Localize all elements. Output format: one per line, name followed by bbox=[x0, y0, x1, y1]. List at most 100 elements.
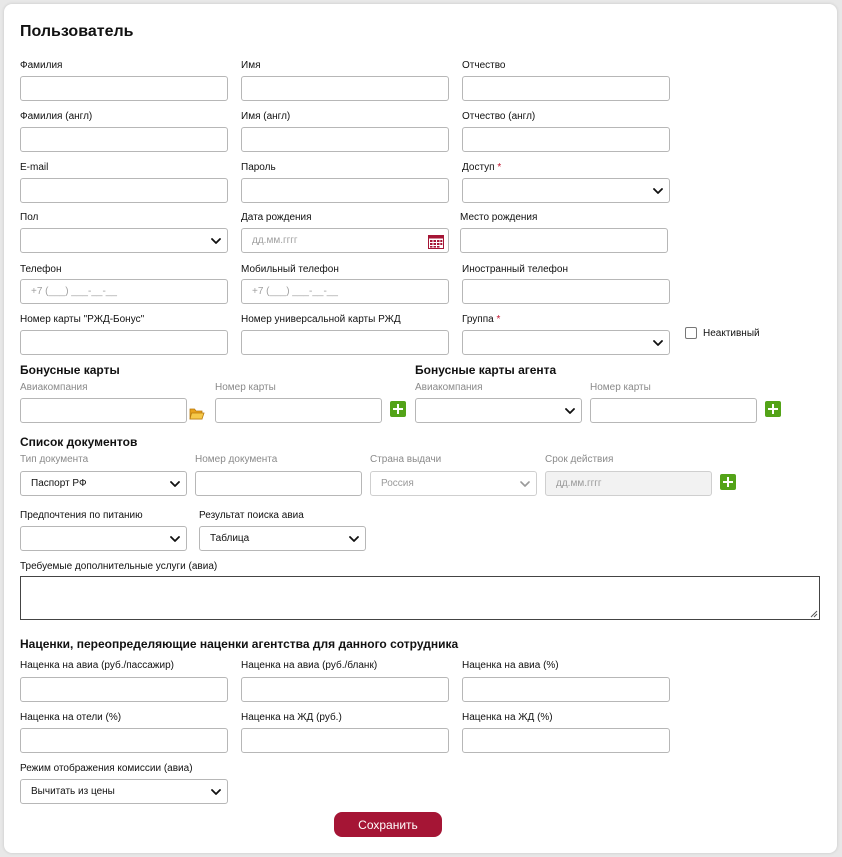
folder-icon[interactable] bbox=[189, 407, 205, 421]
first-name-label: Имя bbox=[241, 60, 261, 71]
group-label-text: Группа bbox=[462, 314, 494, 325]
search-result-select[interactable]: Таблица bbox=[199, 526, 366, 551]
agent-bonus-card-number-input[interactable] bbox=[590, 398, 757, 423]
chevron-down-icon bbox=[170, 479, 180, 489]
doc-country-select[interactable]: Россия bbox=[370, 471, 537, 496]
password-input[interactable] bbox=[241, 178, 449, 203]
password-label: Пароль bbox=[241, 162, 276, 173]
group-label: Группа * bbox=[462, 314, 500, 325]
access-select[interactable] bbox=[462, 178, 670, 203]
user-form-card: Пользователь Фамилия Имя Отчество Фамили… bbox=[4, 4, 837, 853]
phone-label: Телефон bbox=[20, 264, 62, 275]
resize-handle-icon[interactable] bbox=[809, 609, 818, 618]
commission-mode-label: Режим отображения комиссии (авиа) bbox=[20, 763, 193, 774]
last-name-label: Фамилия bbox=[20, 60, 63, 71]
hotel-pct-markup-label: Наценка на отели (%) bbox=[20, 712, 122, 723]
agent-bonus-airline-select[interactable] bbox=[415, 398, 582, 423]
access-label-text: Доступ bbox=[462, 162, 495, 173]
chevron-down-icon bbox=[520, 479, 530, 489]
middle-name-en-label: Отчество (англ) bbox=[462, 111, 536, 122]
email-input[interactable] bbox=[20, 178, 228, 203]
rail-rub-markup-label: Наценка на ЖД (руб.) bbox=[241, 712, 342, 723]
bonus-card-number-input[interactable] bbox=[215, 398, 382, 423]
inactive-checkbox[interactable] bbox=[685, 327, 697, 339]
air-pct-markup-label: Наценка на авиа (%) bbox=[462, 660, 559, 671]
first-name-en-input[interactable] bbox=[241, 127, 449, 152]
doc-number-input[interactable] bbox=[195, 471, 362, 496]
doc-number-label: Номер документа bbox=[195, 454, 278, 465]
foreign-phone-label: Иностранный телефон bbox=[462, 264, 568, 275]
hotel-pct-markup-input[interactable] bbox=[20, 728, 228, 753]
gender-select[interactable] bbox=[20, 228, 228, 253]
middle-name-en-input[interactable] bbox=[462, 127, 670, 152]
air-pax-markup-input[interactable] bbox=[20, 677, 228, 702]
mobile-phone-label: Мобильный телефон bbox=[241, 264, 339, 275]
rzd-bonus-input[interactable] bbox=[20, 330, 228, 355]
bonus-airline-label: Авиакомпания bbox=[20, 382, 88, 393]
doc-country-label: Страна выдачи bbox=[370, 454, 442, 465]
air-pax-markup-label: Наценка на авиа (руб./пассажир) bbox=[20, 660, 174, 671]
agent-bonus-card-number-label: Номер карты bbox=[590, 382, 651, 393]
chevron-down-icon bbox=[349, 534, 359, 544]
middle-name-input[interactable] bbox=[462, 76, 670, 101]
first-name-en-label: Имя (англ) bbox=[241, 111, 291, 122]
mobile-phone-input[interactable]: +7 (___) ___-__-__ bbox=[241, 279, 449, 304]
birth-date-label: Дата рождения bbox=[241, 212, 312, 223]
bonus-airline-input[interactable] bbox=[20, 398, 187, 423]
commission-mode-value: Вычитать из цены bbox=[31, 786, 115, 797]
middle-name-label: Отчество bbox=[462, 60, 506, 71]
last-name-en-label: Фамилия (англ) bbox=[20, 111, 93, 122]
extra-services-textarea[interactable] bbox=[20, 576, 820, 620]
rail-pct-markup-input[interactable] bbox=[462, 728, 670, 753]
doc-expiry-placeholder: дд.мм.гггг bbox=[556, 478, 602, 489]
rzd-universal-label: Номер универсальной карты РЖД bbox=[241, 314, 401, 325]
last-name-en-input[interactable] bbox=[20, 127, 228, 152]
air-blank-markup-input[interactable] bbox=[241, 677, 449, 702]
doc-expiry-label: Срок действия bbox=[545, 454, 614, 465]
doc-type-value: Паспорт РФ bbox=[31, 478, 87, 489]
add-bonus-card-button[interactable] bbox=[390, 401, 406, 417]
birth-place-input[interactable] bbox=[460, 228, 668, 253]
meal-select[interactable] bbox=[20, 526, 187, 551]
access-label: Доступ * bbox=[462, 162, 501, 173]
doc-type-select[interactable]: Паспорт РФ bbox=[20, 471, 187, 496]
birth-date-placeholder: дд.мм.гггг bbox=[252, 235, 298, 246]
email-label: E-mail bbox=[20, 162, 49, 173]
add-agent-bonus-card-button[interactable] bbox=[765, 401, 781, 417]
group-required-mark: * bbox=[496, 314, 501, 325]
gender-label: Пол bbox=[20, 212, 39, 223]
doc-expiry-input[interactable]: дд.мм.гггг bbox=[545, 471, 712, 496]
chevron-down-icon bbox=[653, 186, 663, 196]
add-document-button[interactable] bbox=[720, 474, 736, 490]
last-name-input[interactable] bbox=[20, 76, 228, 101]
air-pct-markup-input[interactable] bbox=[462, 677, 670, 702]
save-button[interactable]: Сохранить bbox=[334, 812, 442, 837]
access-required-mark: * bbox=[497, 162, 502, 173]
phone-placeholder: +7 (___) ___-__-__ bbox=[31, 286, 117, 297]
rail-rub-markup-input[interactable] bbox=[241, 728, 449, 753]
agent-bonus-cards-title: Бонусные карты агента bbox=[415, 363, 557, 377]
chevron-down-icon bbox=[653, 338, 663, 348]
birth-date-input[interactable]: дд.мм.гггг bbox=[241, 228, 449, 253]
foreign-phone-input[interactable] bbox=[462, 279, 670, 304]
meal-label: Предпочтения по питанию bbox=[20, 510, 143, 521]
calendar-icon[interactable] bbox=[428, 234, 444, 249]
doc-country-value: Россия bbox=[381, 478, 414, 489]
markups-title: Наценки, переопределяющие наценки агентс… bbox=[20, 637, 459, 651]
rzd-bonus-label: Номер карты "РЖД-Бонус" bbox=[20, 314, 145, 325]
search-result-value: Таблица bbox=[210, 533, 250, 544]
chevron-down-icon bbox=[211, 236, 221, 246]
mobile-phone-placeholder: +7 (___) ___-__-__ bbox=[252, 286, 338, 297]
page-title: Пользователь bbox=[20, 23, 134, 40]
doc-type-label: Тип документа bbox=[20, 454, 89, 465]
chevron-down-icon bbox=[565, 406, 575, 416]
group-select[interactable] bbox=[462, 330, 670, 355]
agent-bonus-airline-label: Авиакомпания bbox=[415, 382, 483, 393]
inactive-label: Неактивный bbox=[703, 328, 760, 339]
first-name-input[interactable] bbox=[241, 76, 449, 101]
commission-mode-select[interactable]: Вычитать из цены bbox=[20, 779, 228, 804]
phone-input[interactable]: +7 (___) ___-__-__ bbox=[20, 279, 228, 304]
chevron-down-icon bbox=[211, 787, 221, 797]
rzd-universal-input[interactable] bbox=[241, 330, 449, 355]
rail-pct-markup-label: Наценка на ЖД (%) bbox=[462, 712, 553, 723]
